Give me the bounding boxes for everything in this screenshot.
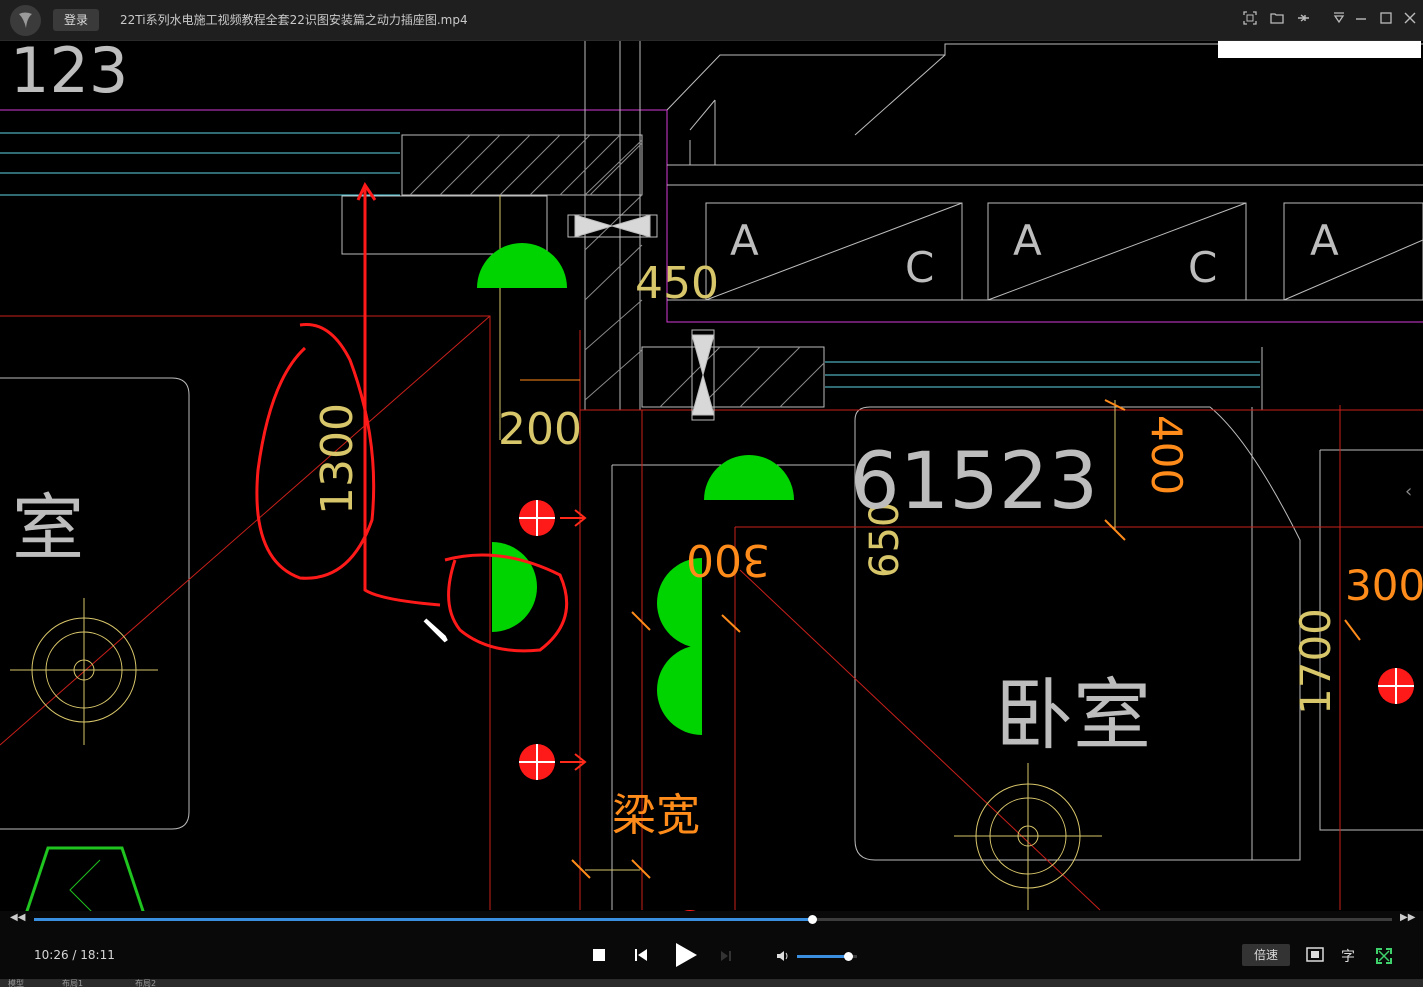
cad-label-400: 400 — [1142, 415, 1191, 495]
folder-icon[interactable] — [1269, 10, 1285, 28]
next-button[interactable] — [719, 948, 733, 967]
cad-label-300-right: 300 — [1345, 561, 1423, 610]
cad-label-1700: 1700 — [1291, 608, 1340, 715]
cad-label-450: 450 — [635, 258, 719, 309]
seek-bar-knob[interactable] — [808, 915, 818, 924]
title-bar: 登录 22Ti系列水电施工视频教程全套22识图安装篇之动力插座图.mp4 — [0, 0, 1423, 41]
video-frame[interactable]: 123 450 200 1300 300 650 61523 400 1700 … — [0, 41, 1423, 911]
maximize-icon[interactable] — [1378, 10, 1394, 28]
volume-slider-fill — [797, 955, 848, 958]
cad-label-bedroom: 卧室 — [995, 671, 1151, 761]
seek-forward-icon[interactable]: ▶▶ — [1400, 912, 1415, 923]
cad-label-panel-a-1: A — [730, 216, 759, 265]
picture-in-picture-icon[interactable] — [1306, 947, 1324, 967]
pen-cursor-icon — [423, 618, 448, 643]
minimize-icon[interactable] — [1353, 10, 1369, 28]
seek-bar[interactable] — [34, 915, 1392, 924]
volume-icon[interactable] — [776, 948, 790, 967]
video-file-title: 22Ti系列水电施工视频教程全套22识图安装篇之动力插座图.mp4 — [120, 13, 468, 27]
cad-label-panel-c-1: C — [905, 243, 934, 292]
layout-tab[interactable]: 布局1 — [62, 979, 83, 987]
cad-label-room-number: 61523 — [850, 437, 1098, 527]
cad-label-panel-a-2: A — [1013, 216, 1042, 265]
fullscreen-icon[interactable] — [1375, 947, 1393, 969]
overlay-white-bar — [1218, 41, 1421, 58]
menu-icon[interactable] — [1331, 10, 1347, 28]
cad-label-top-left: 123 — [10, 41, 128, 107]
stop-button[interactable] — [591, 947, 607, 967]
screenshot-icon[interactable] — [1242, 10, 1258, 28]
volume-slider[interactable] — [797, 952, 857, 961]
cad-layout-tabs: 模型 布局1 布局2 — [0, 979, 1423, 987]
cad-drawing: 123 450 200 1300 300 650 61523 400 1700 … — [0, 41, 1423, 911]
pin-icon[interactable] — [1295, 10, 1311, 28]
cad-label-1300: 1300 — [312, 403, 363, 515]
layout-tab[interactable]: 模型 — [8, 979, 24, 987]
play-button[interactable] — [672, 941, 700, 973]
volume-slider-knob[interactable] — [844, 952, 853, 961]
app-logo-icon[interactable] — [10, 5, 41, 36]
seek-bar-fill — [34, 918, 813, 921]
cad-label-beam-width: 梁宽 — [612, 790, 700, 841]
seek-back-icon[interactable]: ◀◀ — [10, 912, 25, 923]
cad-label-200: 200 — [498, 404, 582, 455]
player-controls: ◀◀ ▶▶ 10:26 / 18:11 倍速 字 — [0, 911, 1423, 979]
previous-button[interactable] — [633, 947, 649, 967]
side-panel-toggle-icon[interactable]: ‹ — [1405, 481, 1412, 502]
playback-speed-button[interactable]: 倍速 — [1242, 944, 1290, 966]
login-button[interactable]: 登录 — [53, 9, 99, 31]
cad-label-panel-a-3: A — [1310, 216, 1339, 265]
time-display: 10:26 / 18:11 — [34, 948, 115, 962]
layout-tab[interactable]: 布局2 — [135, 979, 156, 987]
subtitle-button[interactable]: 字 — [1341, 946, 1355, 966]
cad-label-300: 300 — [686, 534, 770, 585]
cad-label-panel-c-2: C — [1188, 243, 1217, 292]
cad-label-room-left: 室 — [12, 486, 84, 570]
close-icon[interactable] — [1402, 10, 1418, 28]
